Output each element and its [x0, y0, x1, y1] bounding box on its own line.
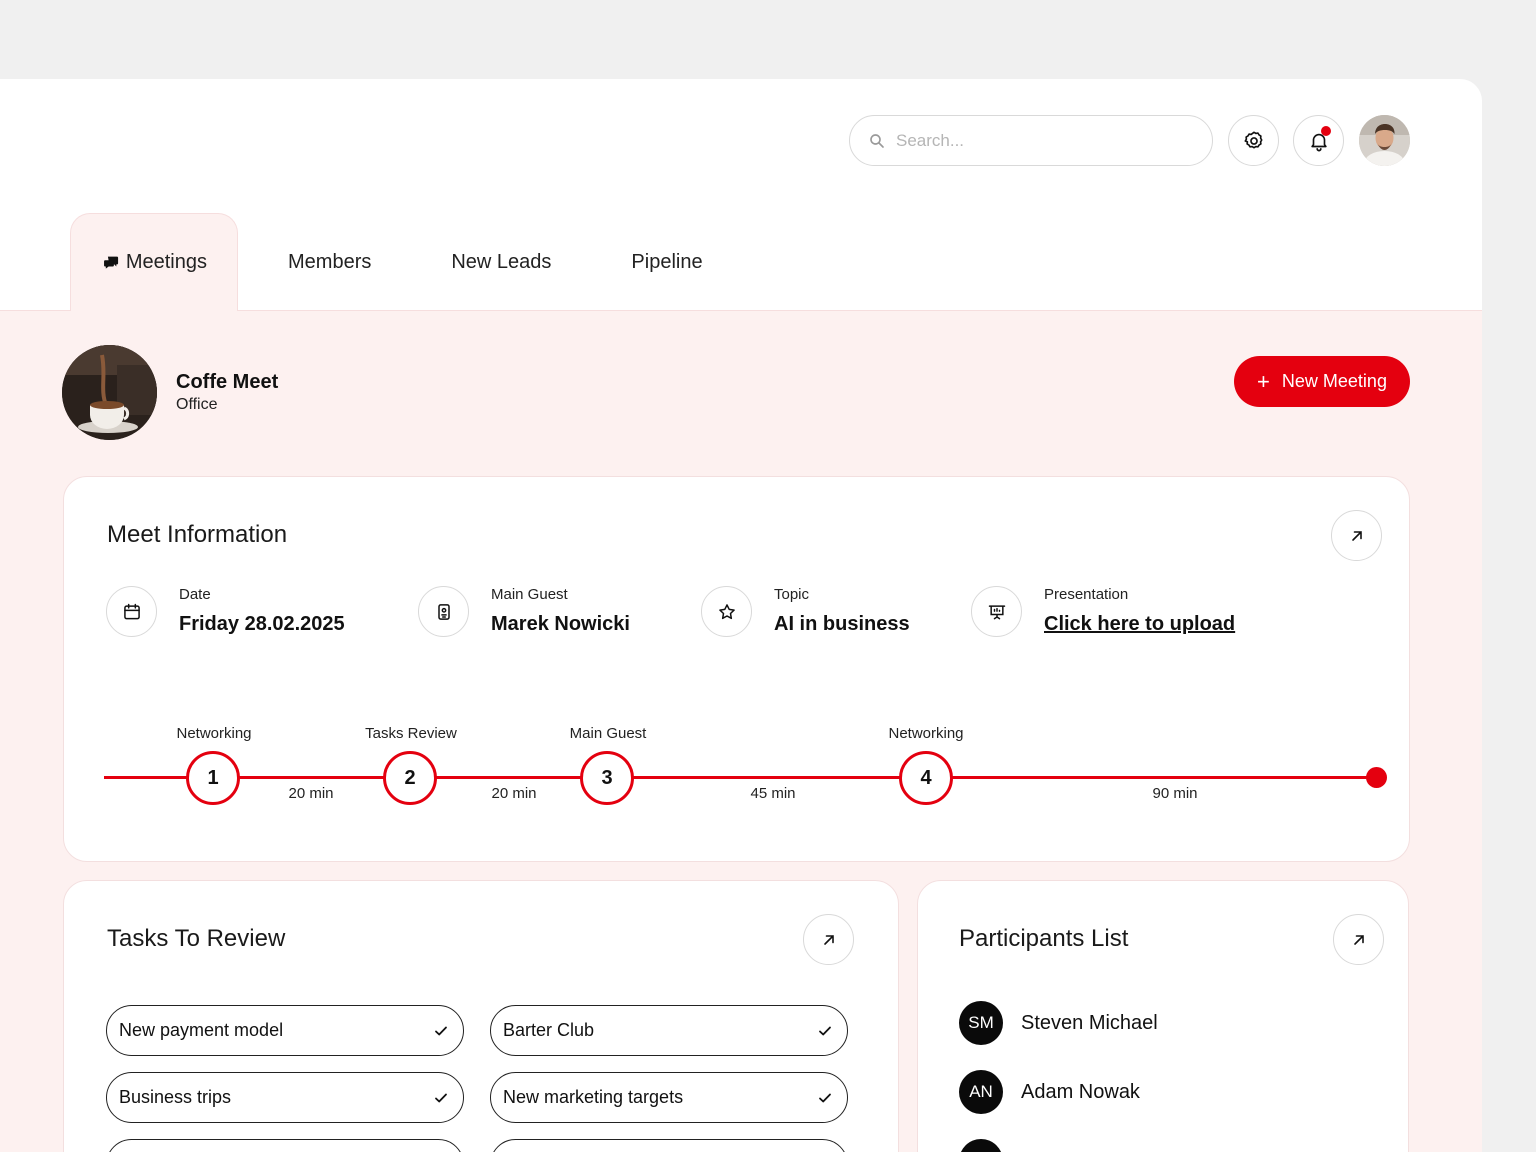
participants-list-card: Participants List SM Steven Michael AN A… — [917, 880, 1409, 1152]
main-content: Coffe Meet Office + New Meeting Meet Inf… — [0, 310, 1482, 1152]
participant-avatar: SM — [959, 1001, 1003, 1045]
app-window: Meetings Members New Leads Pipeline Coff… — [0, 79, 1482, 1152]
settings-button[interactable] — [1228, 115, 1279, 166]
arrow-up-right-icon — [1351, 530, 1362, 541]
timeline-step-3[interactable]: 3 — [580, 751, 634, 805]
info-value: AI in business — [774, 613, 910, 635]
info-topic: Topic AI in business — [701, 586, 910, 637]
participant-name: Adam Nowak — [1021, 1080, 1140, 1103]
check-icon — [819, 1026, 831, 1035]
new-meeting-button[interactable]: + New Meeting — [1234, 356, 1410, 407]
search-bar[interactable] — [849, 115, 1213, 166]
task-item[interactable]: New marketing targets — [490, 1072, 848, 1123]
gear-icon — [1243, 130, 1263, 149]
timeline-duration: 20 min — [288, 785, 334, 802]
arrow-up-right-icon — [823, 934, 834, 945]
info-value: Marek Nowicki — [491, 613, 630, 635]
info-icon-wrap — [971, 586, 1022, 637]
tab-label: New Leads — [451, 250, 552, 273]
timeline-step-label: Tasks Review — [365, 725, 457, 742]
meet-information-card: Meet Information Date Friday 28.02.2025 — [63, 476, 1410, 862]
meeting-title: Coffe Meet — [176, 371, 279, 393]
search-input[interactable] — [896, 130, 1196, 151]
arrow-up-right-icon — [1353, 934, 1364, 945]
info-presentation: Presentation Click here to upload — [971, 586, 1235, 637]
badge-icon — [437, 603, 450, 620]
tab-label: Members — [288, 250, 372, 273]
tab-meetings[interactable]: Meetings — [70, 213, 238, 311]
notifications-button[interactable] — [1293, 115, 1344, 166]
expand-button[interactable] — [803, 914, 854, 965]
chat-bubbles-icon — [104, 256, 119, 269]
task-item-partial[interactable] — [106, 1139, 464, 1152]
timeline-end-dot — [1366, 767, 1387, 788]
calendar-icon — [123, 603, 140, 619]
check-icon — [435, 1026, 447, 1035]
card-title: Tasks To Review — [107, 925, 286, 952]
info-label: Main Guest — [491, 586, 568, 603]
user-photo-icon — [1359, 115, 1410, 166]
task-label: Business trips — [119, 1087, 232, 1107]
coffee-cup-icon — [62, 345, 157, 440]
task-item-partial[interactable] — [490, 1139, 848, 1152]
tab-label: Meetings — [125, 251, 207, 273]
check-icon — [435, 1093, 447, 1102]
timeline-duration: 20 min — [491, 785, 537, 802]
participant-row[interactable]: SM Steven Michael — [959, 1001, 1158, 1045]
task-item[interactable]: Business trips — [106, 1072, 464, 1123]
info-value: Friday 28.02.2025 — [179, 613, 345, 635]
tab-pipeline[interactable]: Pipeline — [631, 213, 702, 311]
expand-button[interactable] — [1331, 510, 1382, 561]
participant-row[interactable]: AN Adam Nowak — [959, 1070, 1140, 1114]
participant-avatar: AN — [959, 1070, 1003, 1114]
info-label: Presentation — [1044, 586, 1129, 603]
participant-row-partial[interactable] — [959, 1139, 1021, 1152]
user-avatar[interactable] — [1359, 115, 1410, 166]
notification-dot — [1321, 126, 1331, 136]
task-item[interactable]: Barter Club — [490, 1005, 848, 1056]
timeline-step-1[interactable]: 1 — [186, 751, 240, 805]
card-title: Meet Information — [107, 521, 288, 548]
info-main-guest: Main Guest Marek Nowicki — [418, 586, 630, 637]
new-meeting-label: New Meeting — [1281, 371, 1387, 391]
info-icon-wrap — [106, 586, 157, 637]
task-label: Barter Club — [503, 1020, 595, 1040]
tab-new-leads[interactable]: New Leads — [451, 213, 551, 311]
timeline-duration: 90 min — [1152, 785, 1198, 802]
tasks-to-review-card: Tasks To Review New payment model Barter… — [63, 880, 899, 1152]
card-title: Participants List — [959, 925, 1129, 952]
task-label: New payment model — [119, 1020, 284, 1040]
presentation-icon — [988, 604, 1005, 619]
tab-label: Pipeline — [631, 250, 703, 273]
info-label: Date — [179, 586, 211, 603]
info-icon-wrap — [701, 586, 752, 637]
task-label: New marketing targets — [503, 1087, 684, 1107]
participant-name: Steven Michael — [1021, 1011, 1158, 1034]
check-icon — [819, 1093, 831, 1102]
tab-members[interactable]: Members — [288, 213, 371, 311]
timeline-track — [104, 776, 1376, 779]
info-date: Date Friday 28.02.2025 — [106, 586, 345, 637]
info-icon-wrap — [418, 586, 469, 637]
plus-icon: + — [1257, 368, 1270, 394]
star-icon — [718, 603, 735, 619]
expand-button[interactable] — [1333, 914, 1384, 965]
timeline-step-4[interactable]: 4 — [899, 751, 953, 805]
task-item[interactable]: New payment model — [106, 1005, 464, 1056]
tab-bar: Meetings Members New Leads Pipeline — [70, 213, 703, 311]
search-icon — [870, 133, 884, 148]
timeline-step-label: Networking — [888, 725, 964, 742]
timeline-duration: 45 min — [750, 785, 796, 802]
timeline-step-label: Networking — [176, 725, 252, 742]
meeting-location: Office — [176, 396, 218, 413]
info-label: Topic — [774, 586, 810, 603]
meeting-photo — [62, 345, 157, 440]
timeline-step-label: Main Guest — [569, 725, 647, 742]
participant-avatar — [959, 1139, 1003, 1152]
timeline-step-2[interactable]: 2 — [383, 751, 437, 805]
upload-presentation-link[interactable]: Click here to upload — [1044, 613, 1235, 636]
